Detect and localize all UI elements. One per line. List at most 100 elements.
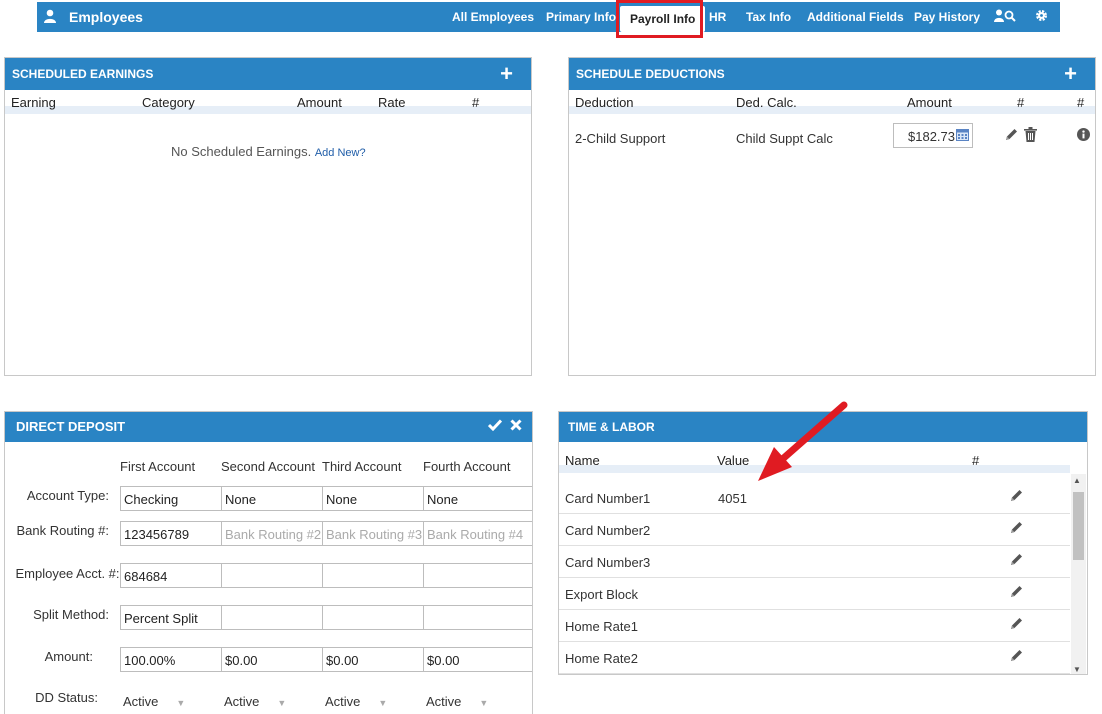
col-hash: # [972,453,980,468]
account-type-2[interactable]: None [221,486,323,511]
check-icon[interactable] [487,412,503,442]
schedule-deductions-header: SCHEDULE DEDUCTIONS + [569,58,1095,90]
row-name: Export Block [565,587,638,602]
edit-pencil-icon[interactable] [1009,616,1024,634]
add-new-link[interactable]: Add New? [315,147,366,159]
col-name[interactable]: Name [565,453,600,468]
edit-pencil-icon[interactable] [1009,488,1024,506]
user-icon [43,9,57,26]
edit-pencil-icon[interactable] [1009,552,1024,570]
direct-deposit-header: DIRECT DEPOSIT [5,412,532,442]
nav-brand[interactable]: Employees [43,2,143,32]
table-row: Export Block [559,578,1070,610]
top-nav-bar: Employees All Employees Primary Info Pay… [37,2,1060,32]
first-account-heading: First Account [120,459,196,474]
dd-status-value: Active [325,694,361,709]
bank-routing-1[interactable]: 123456789 [120,521,222,546]
tab-additional-fields[interactable]: Additional Fields [807,2,904,32]
account-type-3[interactable]: None [322,486,424,511]
edit-pencil-icon[interactable] [1009,520,1024,538]
scroll-down-icon[interactable]: ▼ [1073,665,1081,674]
edit-pencil-icon[interactable] [1009,584,1024,602]
add-earning-icon[interactable]: + [500,58,513,90]
info-icon[interactable] [1077,128,1090,144]
amount-4[interactable]: $0.00 [423,647,532,672]
add-deduction-icon[interactable]: + [1064,58,1077,90]
col-category[interactable]: Category [142,95,195,110]
dd-status-value: Active [426,694,462,709]
tab-all-employees[interactable]: All Employees [452,2,534,32]
tab-pay-history[interactable]: Pay History [914,2,980,32]
empty-earnings-message: No Scheduled Earnings. Add New? [171,144,366,159]
panel-title: SCHEDULE DEDUCTIONS [576,67,725,81]
tab-tax-info[interactable]: Tax Info [746,2,791,32]
scheduled-earnings-panel: SCHEDULED EARNINGS + Earning Category Am… [4,57,532,376]
annotation-arrow [758,401,848,481]
row-name: Home Rate1 [565,619,638,634]
col-deduction[interactable]: Deduction [575,95,634,110]
amount-label: Amount: [44,649,93,664]
col-hash: # [472,95,480,110]
scrollbar-thumb[interactable] [1073,492,1084,560]
col-rate[interactable]: Rate [378,95,405,110]
split-method-2[interactable] [221,605,323,630]
employee-acct-1[interactable]: 684684 [120,563,222,588]
tab-primary-info[interactable]: Primary Info [546,2,616,32]
scroll-up-icon[interactable]: ▲ [1073,476,1081,485]
edit-pencil-icon[interactable] [1004,127,1019,145]
close-icon[interactable] [510,412,522,442]
dd-status-2[interactable]: Active ▼ [224,694,286,709]
edit-pencil-icon[interactable] [1009,648,1024,666]
amount-1[interactable]: 100.00% [120,647,222,672]
deduction-amount-field[interactable]: $182.73 [893,123,973,148]
bank-routing-2[interactable]: Bank Routing #2 [221,521,323,546]
col-earning[interactable]: Earning [11,95,56,110]
col-amount[interactable]: Amount [297,95,342,110]
nav-title: Employees [69,9,143,25]
amount-3[interactable]: $0.00 [322,647,424,672]
split-method-4[interactable] [423,605,532,630]
deductions-table-header: Deduction Ded. Calc. Amount # # [569,90,1095,114]
scheduled-earnings-header: SCHEDULED EARNINGS + [5,58,531,90]
account-type-label: Account Type: [26,488,109,503]
trash-icon[interactable] [1024,127,1037,145]
panel-title: DIRECT DEPOSIT [16,419,126,434]
row-name: Home Rate2 [565,651,638,666]
row-name: Card Number3 [565,555,651,570]
chevron-down-icon: ▼ [479,698,489,708]
bank-routing-3[interactable]: Bank Routing #3 [322,521,424,546]
tab-hr[interactable]: HR [709,2,726,32]
account-type-4[interactable]: None [423,486,532,511]
fourth-account-heading: Fourth Account [423,459,511,474]
third-account-heading: Third Account [322,459,402,474]
split-method-3[interactable] [322,605,424,630]
panel-title: TIME & LABOR [568,420,655,434]
col-amount[interactable]: Amount [907,95,952,110]
bank-routing-4[interactable]: Bank Routing #4 [423,521,532,546]
chevron-down-icon: ▼ [176,698,186,708]
vertical-scrollbar[interactable]: ▲ ▼ [1071,474,1086,674]
dd-status-1[interactable]: Active ▼ [123,694,185,709]
bank-routing-label: Bank Routing #: [16,523,109,538]
row-name: Card Number2 [565,523,651,538]
tab-payroll-info[interactable]: Payroll Info [620,6,706,32]
account-type-1[interactable]: Checking [120,486,222,511]
panel-title: SCHEDULED EARNINGS [12,67,154,81]
amount-2[interactable]: $0.00 [221,647,323,672]
dd-status-value: Active [123,694,159,709]
gear-icon[interactable] [1035,9,1048,25]
employee-acct-2[interactable] [221,563,323,588]
user-search-icon[interactable] [994,9,1016,25]
table-row: Home Rate2 [559,642,1070,674]
col-ded-calc[interactable]: Ded. Calc. [736,95,797,110]
schedule-deductions-panel: SCHEDULE DEDUCTIONS + Deduction Ded. Cal… [568,57,1096,376]
employee-acct-3[interactable] [322,563,424,588]
chevron-down-icon: ▼ [378,698,388,708]
table-row: Card Number3 [559,546,1070,578]
calendar-icon[interactable] [956,129,969,144]
split-method-1[interactable]: Percent Split [120,605,222,630]
dd-status-4[interactable]: Active ▼ [426,694,488,709]
employee-acct-4[interactable] [423,563,532,588]
second-account-heading: Second Account [221,459,315,474]
dd-status-3[interactable]: Active ▼ [325,694,387,709]
